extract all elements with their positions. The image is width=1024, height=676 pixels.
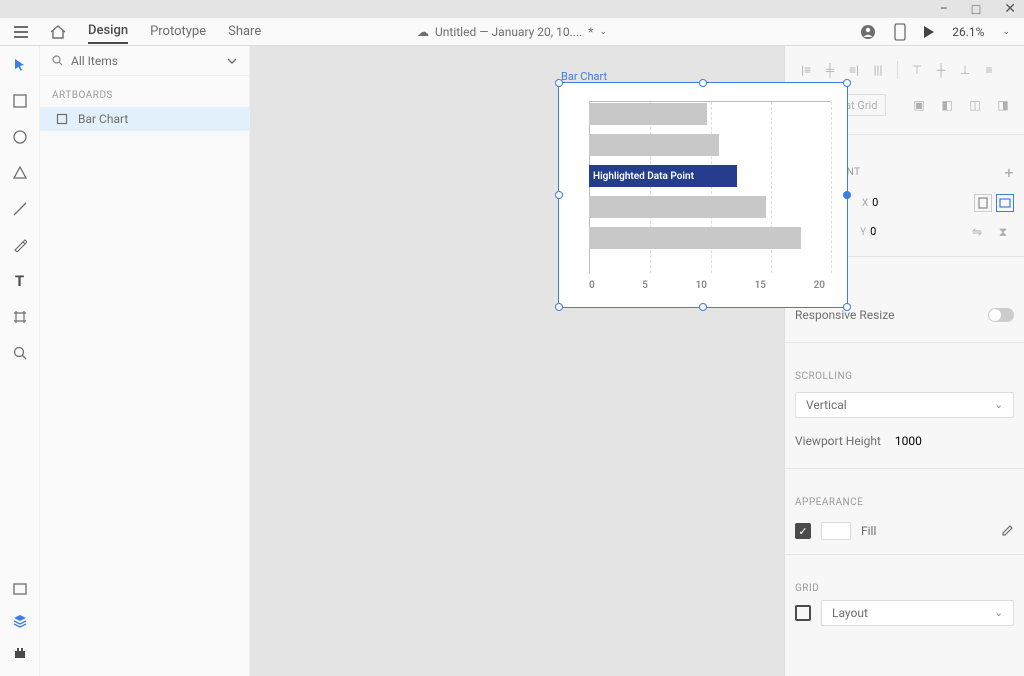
chevron-down-icon[interactable]	[227, 58, 237, 64]
line-tool[interactable]	[11, 200, 29, 218]
cloud-icon: ☁	[417, 25, 429, 39]
plugins-icon[interactable]	[11, 644, 29, 662]
grid-section-label: GRID	[795, 583, 819, 594]
toolbar: T	[0, 46, 40, 676]
landscape-button[interactable]	[996, 194, 1014, 212]
resize-handle-tl[interactable]	[555, 79, 563, 87]
portrait-button[interactable]	[974, 194, 992, 212]
text-tool[interactable]: T	[11, 272, 29, 290]
window-controls: − □ ✕	[0, 0, 1024, 18]
responsive-resize-toggle[interactable]	[988, 308, 1014, 322]
distribute-v-icon[interactable]: ≡	[978, 60, 1000, 80]
device-icon[interactable]	[894, 23, 906, 41]
selection-outline	[558, 82, 848, 308]
align-right-icon[interactable]: ≡|	[843, 60, 865, 80]
canvas[interactable]: Bar Chart Highlighted Data Point 0510152…	[250, 46, 784, 676]
align-bottom-icon[interactable]: ⊥	[954, 60, 976, 80]
align-vcenter-icon[interactable]: ┼	[930, 60, 952, 80]
close-button[interactable]: ✕	[1004, 1, 1016, 17]
resize-handle-bl[interactable]	[555, 303, 563, 311]
flip-v-icon[interactable]: ⧗	[992, 222, 1014, 242]
chevron-down-icon: ⌄	[995, 400, 1003, 411]
grid-mode-select[interactable]: Layout⌄	[821, 600, 1014, 626]
polygon-tool[interactable]	[11, 164, 29, 182]
appearance-section-label: APPEARANCE	[795, 497, 863, 508]
tab-design[interactable]: Design	[88, 19, 128, 44]
fill-color-swatch[interactable]	[821, 522, 851, 540]
bool-exclude-icon[interactable]: ◨	[992, 95, 1014, 115]
y-input[interactable]	[870, 223, 910, 241]
tab-share[interactable]: Share	[228, 20, 261, 43]
chevron-down-icon[interactable]: ⌄	[599, 27, 607, 37]
grid-checkbox[interactable]	[795, 605, 811, 621]
minimize-button[interactable]: −	[940, 1, 948, 17]
distribute-h-icon[interactable]: |||	[867, 60, 889, 80]
eyedropper-icon[interactable]	[1000, 524, 1014, 538]
layers-search[interactable]: All Items	[40, 46, 249, 76]
maximize-button[interactable]: □	[972, 1, 980, 18]
play-button[interactable]	[924, 26, 934, 38]
viewport-height-label: Viewport Height	[795, 434, 881, 448]
bool-add-icon[interactable]: ▣	[908, 95, 930, 115]
select-tool[interactable]	[11, 56, 29, 74]
add-component-button[interactable]: +	[1004, 163, 1014, 182]
ellipse-tool[interactable]	[11, 128, 29, 146]
user-icon[interactable]	[860, 24, 876, 40]
fill-label: Fill	[861, 524, 876, 538]
chevron-down-icon: ⌄	[995, 608, 1003, 619]
top-bar: Design Prototype Share ☁ Untitled — Janu…	[0, 18, 1024, 46]
artboards-section-label: ARTBOARDS	[40, 76, 249, 107]
artboard-icon	[56, 113, 68, 125]
align-top-icon[interactable]: ⊤	[906, 60, 928, 80]
zoom-tool[interactable]	[11, 344, 29, 362]
resize-handle-br[interactable]	[843, 303, 851, 311]
resize-handle-ml[interactable]	[555, 191, 563, 199]
resize-handle-tr[interactable]	[843, 79, 851, 87]
document-title[interactable]: ☁ Untitled — January 20, 10.... * ⌄	[417, 25, 607, 39]
layers-panel: All Items ARTBOARDS Bar Chart	[40, 46, 250, 676]
scroll-mode-select[interactable]: Vertical⌄	[795, 392, 1014, 418]
resize-handle-tc[interactable]	[699, 79, 707, 87]
bool-intersect-icon[interactable]: ◫	[964, 95, 986, 115]
flip-h-icon[interactable]: ⇋	[966, 222, 988, 242]
rectangle-tool[interactable]	[11, 92, 29, 110]
zoom-value[interactable]: 26.1%	[952, 25, 984, 39]
pen-tool[interactable]	[11, 236, 29, 254]
artboard-tool[interactable]	[11, 308, 29, 326]
x-input[interactable]	[872, 194, 912, 212]
viewport-height-input[interactable]	[895, 434, 945, 448]
assets-icon[interactable]	[11, 580, 29, 598]
scrolling-section-label: SCROLLING	[795, 371, 852, 382]
bool-subtract-icon[interactable]: ◧	[936, 95, 958, 115]
align-hcenter-icon[interactable]: ╪	[819, 60, 841, 80]
home-icon[interactable]	[50, 25, 66, 39]
tab-prototype[interactable]: Prototype	[150, 20, 206, 43]
resize-handle-bc[interactable]	[699, 303, 707, 311]
artboard-item-bar-chart[interactable]: Bar Chart	[40, 107, 249, 131]
chevron-down-icon[interactable]: ⌄	[1002, 27, 1010, 37]
menu-icon[interactable]	[14, 26, 28, 38]
layers-icon[interactable]	[11, 612, 29, 630]
align-left-icon[interactable]: |≡	[795, 60, 817, 80]
resize-handle-mr[interactable]	[843, 191, 851, 199]
search-icon	[52, 55, 63, 66]
fill-checkbox[interactable]: ✓	[795, 523, 811, 539]
